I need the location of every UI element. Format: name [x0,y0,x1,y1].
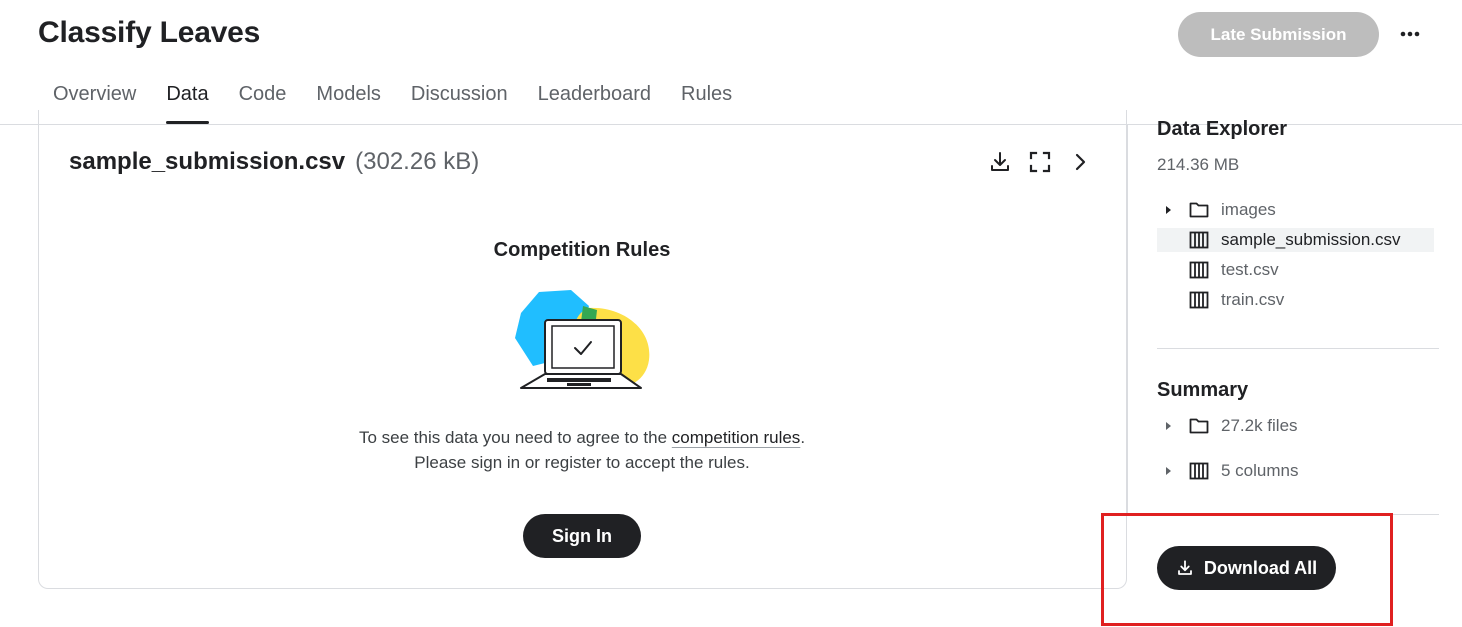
fullscreen-icon[interactable] [1028,150,1052,174]
summary-heading: Summary [1157,379,1249,401]
competition-rules-link[interactable]: competition rules [672,428,801,447]
late-submission-button[interactable]: Late Submission [1178,12,1379,57]
rules-message-suffix: . [800,428,806,447]
explorer-item-label: test.csv [1221,260,1279,279]
explorer-item-train[interactable]: train.csv [1157,288,1434,312]
file-name: sample_submission.csv [69,148,346,175]
summary-item-files[interactable]: 27.2k files [1157,414,1434,438]
download-icon[interactable] [988,150,1012,174]
summary-item-label: 5 columns [1221,461,1299,480]
file-actions [988,150,1092,174]
explorer-item-label: train.csv [1221,290,1285,309]
folder-icon [1189,416,1209,436]
more-options-icon[interactable] [1396,20,1424,48]
summary-item-columns[interactable]: 5 columns [1157,459,1434,483]
laptop-illustration [511,288,653,401]
caret-right-icon[interactable] [1157,205,1179,215]
rules-message-line2: Please sign in or register to accept the… [414,453,750,472]
sidebar-divider [1127,125,1128,515]
table-icon [1189,290,1209,310]
table-icon [1189,230,1209,250]
table-icon [1189,260,1209,280]
explorer-item-sample-submission[interactable]: sample_submission.csv [1157,228,1434,252]
dataset-size: 214.36 MB [1157,155,1240,174]
caret-right-icon[interactable] [1157,466,1179,476]
page-title: Classify Leaves [38,16,261,49]
rules-message-text: To see this data you need to agree to th… [358,428,672,447]
explorer-item-label: images [1221,200,1276,219]
folder-icon [1189,200,1209,220]
section-divider [1157,348,1439,349]
file-header: sample_submission.csv (302.26 kB) [69,148,479,176]
competition-rules-title: Competition Rules [493,239,671,261]
explorer-item-label: sample_submission.csv [1221,230,1401,249]
data-explorer-heading: Data Explorer [1157,118,1288,140]
summary-item-label: 27.2k files [1221,416,1298,435]
rules-message: To see this data you need to agree to th… [282,425,882,475]
explorer-item-images[interactable]: images [1157,198,1434,222]
file-size: (302.26 kB) [355,148,480,175]
highlight-box [1101,513,1393,626]
table-icon [1189,461,1209,481]
chevron-right-icon[interactable] [1068,150,1092,174]
sign-in-button[interactable]: Sign In [523,514,641,558]
explorer-item-test[interactable]: test.csv [1157,258,1434,282]
caret-right-icon[interactable] [1157,421,1179,431]
